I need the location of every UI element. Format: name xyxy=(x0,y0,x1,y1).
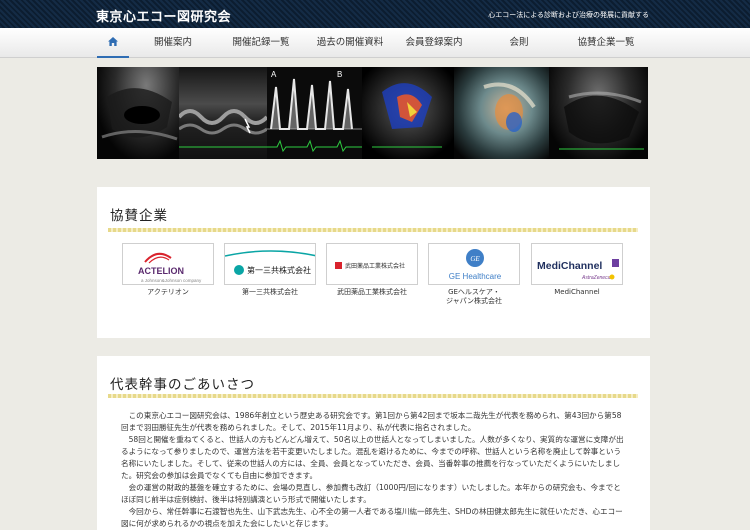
sponsors-section: 協賛企業 ACTELION a Johnson&Johnson company … xyxy=(97,187,650,338)
nav-sponsor-list[interactable]: 協賛企業一覧 xyxy=(568,28,644,58)
takeda-logo-text: 武田薬品工業株式会社 xyxy=(345,262,405,270)
site-tagline: 心エコー法による診断および治療の発展に貢献する xyxy=(488,11,649,19)
sponsor-name: MediChannel xyxy=(554,288,600,296)
home-icon xyxy=(108,29,118,46)
banner-mmode-image xyxy=(179,67,267,159)
banner-echo-image-2 xyxy=(549,67,648,159)
main-nav: 開催案内 開催記録一覧 過去の開催資料 会員登録案内 会則 協賛企業一覧 xyxy=(0,28,750,58)
ge-logo-mark: GE xyxy=(470,255,480,263)
sponsor-medichannel[interactable]: MediChannel AstraZeneca MediChannel xyxy=(531,243,623,297)
nav-membership[interactable]: 会員登録案内 xyxy=(398,28,470,58)
actelion-logo-subtext: a Johnson&Johnson company xyxy=(141,278,202,283)
takeda-logo[interactable]: 武田薬品工業株式会社 xyxy=(326,243,418,285)
banner-echo-image-1 xyxy=(97,67,179,159)
medichannel-logo[interactable]: MediChannel AstraZeneca xyxy=(531,243,623,285)
daiichi-sankyo-logo[interactable]: 第一三共株式会社 xyxy=(224,243,316,285)
sponsor-name: 第一三共株式会社 xyxy=(242,288,298,296)
ge-healthcare-logo[interactable]: GE GE Healthcare xyxy=(428,243,520,285)
banner-color-doppler-image xyxy=(362,67,454,159)
greeting-divider xyxy=(108,394,638,398)
banner-label-b: B xyxy=(337,70,342,79)
nav-meeting-records[interactable]: 開催記録一覧 xyxy=(222,28,300,58)
sponsors-title: 協賛企業 xyxy=(110,208,168,224)
greeting-body: この東京心エコー図研究会は、1986年創立という歴史ある研究会です。第1回から第… xyxy=(121,410,627,530)
nav-bylaws[interactable]: 会則 xyxy=(498,28,540,58)
sponsor-name: アクテリオン xyxy=(147,288,189,296)
greeting-paragraph: 今回から、常任幹事に石渡智也先生、山下武志先生、心不全の第一人者である塩川紘一郎… xyxy=(121,507,623,528)
sponsor-name-line: ジャパン株式会社 xyxy=(446,297,502,305)
sponsor-ge-healthcare[interactable]: GE GE Healthcare GEヘルスケア・ ジャパン株式会社 xyxy=(428,243,520,306)
sponsor-actelion[interactable]: ACTELION a Johnson&Johnson company アクテリオ… xyxy=(122,243,214,297)
greeting-paragraph: 会の運営の財政的基盤を確立するために、会場の見直し、参加費も改訂（1000円/回… xyxy=(121,483,621,504)
site-header: 東京心エコー図研究会 心エコー法による診断および治療の発展に貢献する xyxy=(0,0,750,28)
nav-home[interactable] xyxy=(97,28,129,58)
hero-banner: A B xyxy=(97,67,648,159)
banner-3d-echo-image xyxy=(454,67,549,159)
medichannel-logo-subtext: AstraZeneca xyxy=(581,275,611,281)
sponsor-daiichi-sankyo[interactable]: 第一三共株式会社 第一三共株式会社 xyxy=(224,243,316,297)
sponsor-name: GEヘルスケア・ ジャパン株式会社 xyxy=(428,288,520,306)
nav-past-materials[interactable]: 過去の開催資料 xyxy=(308,28,392,58)
actelion-logo-text: ACTELION xyxy=(138,266,184,276)
sponsors-divider xyxy=(108,228,638,232)
site-title[interactable]: 東京心エコー図研究会 xyxy=(96,6,231,25)
medichannel-logo-text: MediChannel xyxy=(537,260,602,272)
nav-meeting-info[interactable]: 開催案内 xyxy=(139,28,207,58)
banner-label-a: A xyxy=(271,70,277,79)
greeting-paragraph: この東京心エコー図研究会は、1986年創立という歴史ある研究会です。第1回から第… xyxy=(121,411,622,432)
daiichi-sankyo-logo-text: 第一三共株式会社 xyxy=(247,265,311,275)
greeting-paragraph: 58回と開催を重ねてくると、世話人の方もどんどん増えて、50名以上の世話人となっ… xyxy=(121,435,624,480)
sponsor-takeda[interactable]: 武田薬品工業株式会社 武田薬品工業株式会社 xyxy=(326,243,418,297)
sponsor-name: 武田薬品工業株式会社 xyxy=(337,288,407,296)
greeting-section: 代表幹事のごあいさつ この東京心エコー図研究会は、1986年創立という歴史ある研… xyxy=(97,356,650,530)
greeting-title: 代表幹事のごあいさつ xyxy=(110,377,255,393)
ge-logo-text: GE Healthcare xyxy=(449,272,502,281)
banner-doppler-image: A B xyxy=(267,67,362,159)
sponsor-name-line: GEヘルスケア・ xyxy=(448,288,500,296)
actelion-logo[interactable]: ACTELION a Johnson&Johnson company xyxy=(122,243,214,285)
